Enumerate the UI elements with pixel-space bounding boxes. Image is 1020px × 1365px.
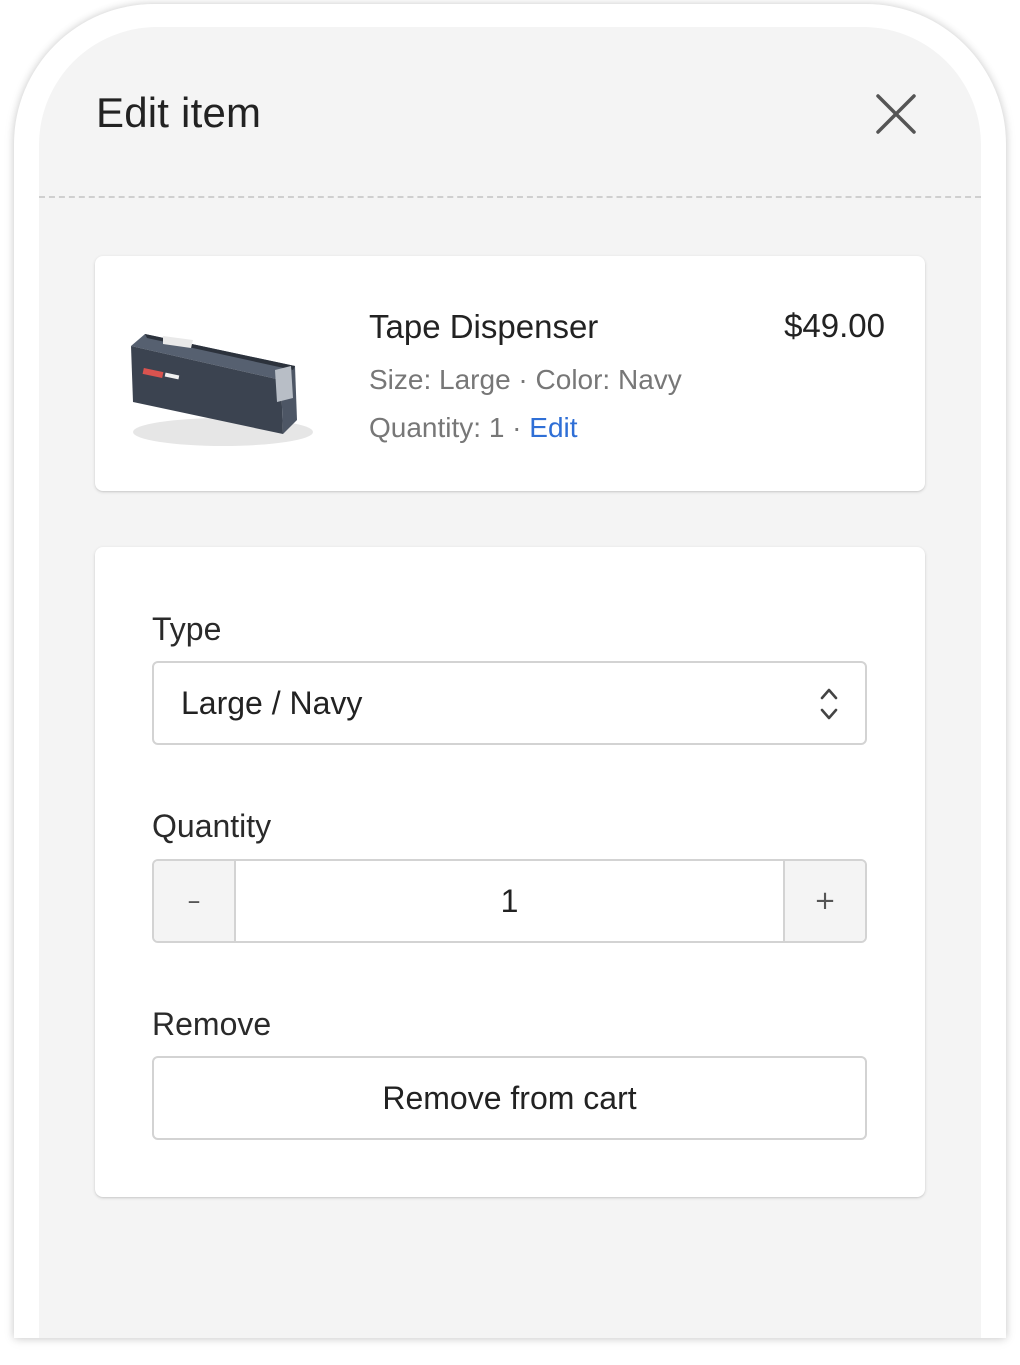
quantity-stepper: – 1 + bbox=[152, 859, 867, 943]
type-select[interactable]: Large / Navy bbox=[152, 661, 867, 745]
quantity-input[interactable]: 1 bbox=[236, 861, 783, 941]
quantity-label: Quantity bbox=[152, 808, 272, 844]
product-quantity-text: Quantity: 1 · bbox=[369, 412, 530, 443]
product-variant: Size: Large · Color: Navy bbox=[369, 364, 682, 395]
product-price: $49.00 bbox=[784, 307, 885, 344]
product-name: Tape Dispenser bbox=[369, 308, 599, 345]
close-button[interactable] bbox=[869, 87, 923, 141]
product-card: Tape Dispenser $49.00 Size: Large · Colo… bbox=[95, 256, 925, 491]
select-chevrons-icon bbox=[820, 688, 838, 720]
close-icon bbox=[876, 94, 916, 134]
remove-label: Remove bbox=[152, 1006, 272, 1042]
remove-from-cart-button[interactable]: Remove from cart bbox=[152, 1056, 867, 1140]
increment-button[interactable]: + bbox=[783, 861, 865, 941]
product-quantity-summary: Quantity: 1 · Edit bbox=[369, 412, 578, 444]
edit-item-sheet: Edit item Tape Dispenser $49.00 Size: La… bbox=[39, 27, 981, 1338]
product-image bbox=[131, 334, 313, 446]
edit-form-card: Type Large / Navy Quantity – 1 + Remove … bbox=[95, 547, 925, 1197]
sheet-header: Edit item bbox=[39, 27, 981, 198]
sheet-title: Edit item bbox=[96, 89, 262, 136]
type-select-value: Large / Navy bbox=[181, 685, 363, 721]
edit-link[interactable]: Edit bbox=[529, 412, 577, 443]
decrement-button[interactable]: – bbox=[154, 861, 236, 941]
type-label: Type bbox=[152, 611, 222, 647]
